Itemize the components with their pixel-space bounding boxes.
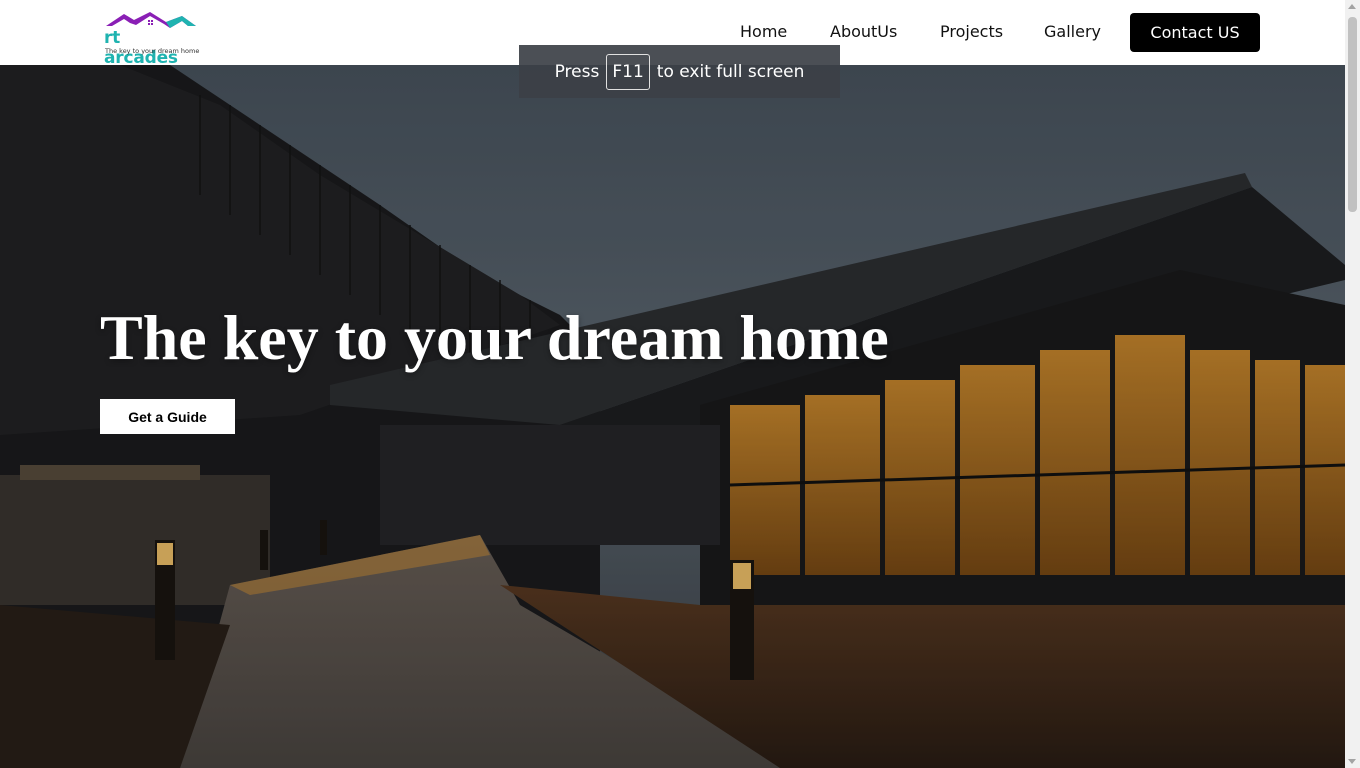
logo-tagline: The key to your dream home — [105, 47, 200, 55]
vertical-scrollbar[interactable] — [1345, 0, 1360, 768]
toast-suffix: to exit full screen — [656, 61, 805, 82]
toast-prefix: Press — [554, 61, 600, 82]
nav-about[interactable]: AboutUs — [830, 22, 897, 42]
nav-home[interactable]: Home — [740, 22, 787, 42]
nav-gallery[interactable]: Gallery — [1044, 22, 1101, 42]
logo[interactable]: rt arcades The key to your dream home — [104, 10, 200, 68]
get-a-guide-button[interactable]: Get a Guide — [100, 399, 235, 434]
fullscreen-exit-toast: Press F11 to exit full screen — [519, 45, 840, 98]
scroll-thumb[interactable] — [1348, 17, 1357, 212]
contact-us-button[interactable]: Contact US — [1130, 13, 1260, 52]
scroll-up-arrow-icon[interactable] — [1348, 4, 1356, 9]
nav-projects[interactable]: Projects — [940, 22, 1003, 42]
hero-section: The key to your dream home Get a Guide — [0, 65, 1345, 768]
hero-title: The key to your dream home — [100, 302, 889, 373]
scroll-down-arrow-icon[interactable] — [1348, 759, 1356, 764]
f11-key: F11 — [606, 53, 650, 90]
